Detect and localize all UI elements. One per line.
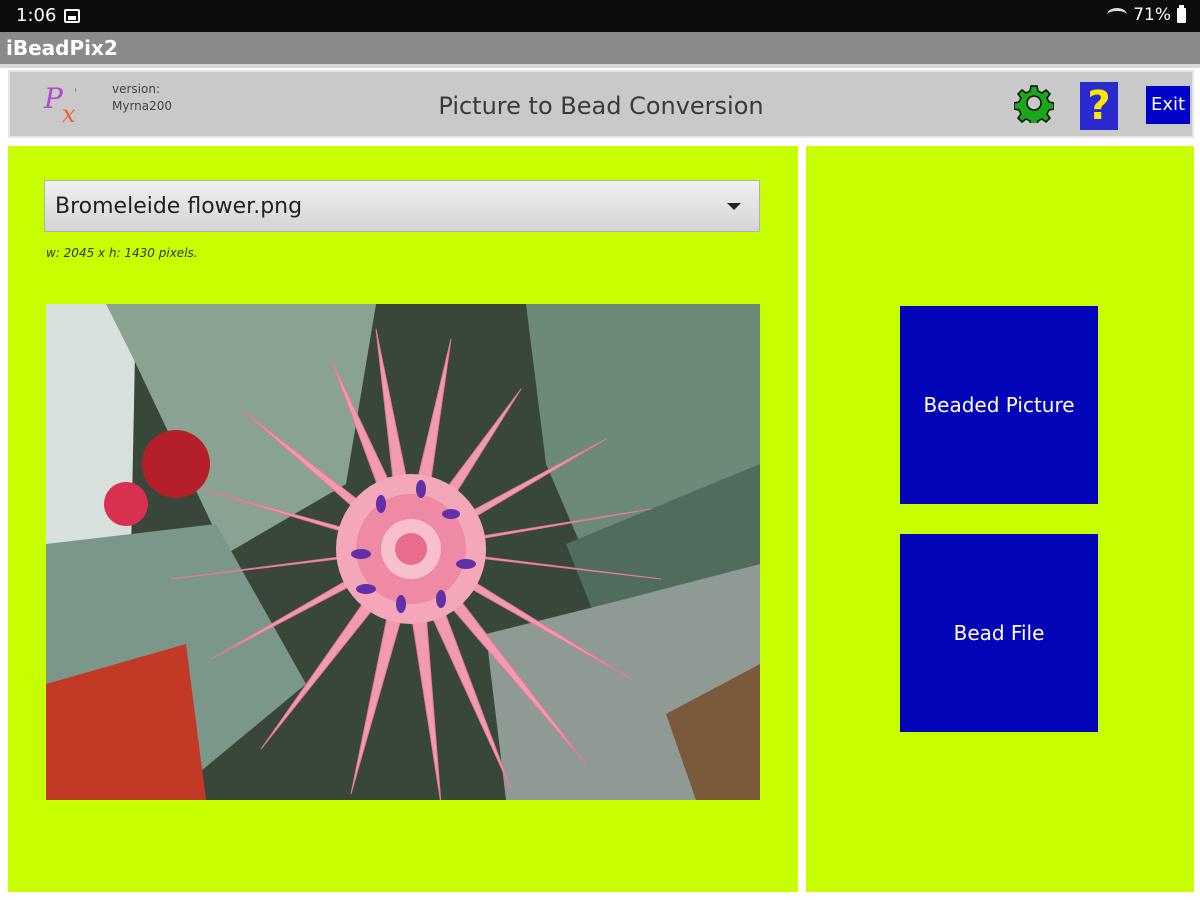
image-panel: Bromeleide flower.png w: 2045 x h: 1430 … xyxy=(8,146,798,892)
battery-percent: 71% xyxy=(1133,5,1171,25)
chevron-down-icon xyxy=(727,203,741,210)
app-title: iBeadPix2 xyxy=(6,36,118,60)
help-button[interactable]: ? xyxy=(1080,82,1118,130)
actions-panel: Beaded Picture Bead File xyxy=(806,146,1194,892)
wifi-icon xyxy=(1107,8,1128,22)
status-right: 71% xyxy=(1107,4,1186,25)
image-dimensions: w: 2045 x h: 1430 pixels. xyxy=(46,246,198,260)
header-panel: P ' x version: Myrna200 Picture to Bead … xyxy=(8,70,1194,138)
bead-file-button[interactable]: Bead File xyxy=(900,534,1098,732)
status-bar: 1:06 71% xyxy=(0,0,1200,32)
gallery-notification-icon xyxy=(64,9,80,23)
beaded-picture-button[interactable]: Beaded Picture xyxy=(900,306,1098,504)
image-file-dropdown[interactable]: Bromeleide flower.png xyxy=(44,180,760,232)
gear-icon[interactable] xyxy=(1013,83,1055,127)
flower-photo xyxy=(46,304,760,800)
battery-icon xyxy=(1177,4,1186,23)
exit-button[interactable]: Exit xyxy=(1146,86,1190,124)
app-bar-divider xyxy=(0,64,1200,68)
selected-file-name: Bromeleide flower.png xyxy=(55,194,303,219)
status-time: 1:06 xyxy=(16,5,57,26)
app-title-bar: iBeadPix2 xyxy=(0,32,1200,64)
